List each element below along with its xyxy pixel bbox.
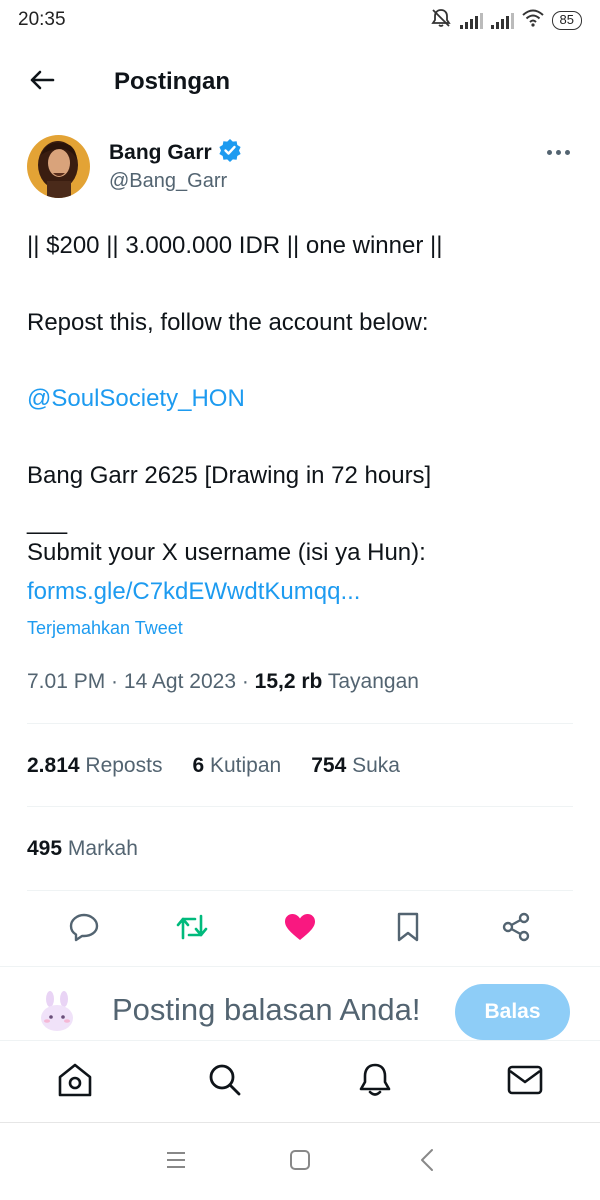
page-title: Postingan [114,68,231,95]
nav-notifications[interactable] [354,1061,396,1103]
status-icons: 85 [430,8,582,33]
likes-stat[interactable]: 754 Suka [311,754,400,778]
reply-icon [68,912,100,947]
tweet-text-line: Bang Garr 2625 [Drawing in 72 hours] [27,462,432,489]
bookmark-icon [395,912,421,947]
engagement-stats: 2.814 Reposts 6 Kutipan 754 Suka [27,754,400,778]
system-home-button[interactable] [285,1147,315,1177]
like-icon [284,913,316,946]
more-options-button[interactable] [542,140,574,164]
like-button[interactable] [280,909,320,949]
nav-search[interactable] [204,1061,246,1103]
repost-button[interactable] [172,909,212,949]
views-count: 15,2 rb [254,670,323,693]
tweet-text-line: Repost this, follow the account below: [27,309,429,336]
tweet-separator: ___ [27,508,68,535]
divider [0,966,600,967]
status-time: 20:35 [18,9,66,30]
tweet-text-line: || $200 || 3.000.000 IDR || one winner |… [27,232,443,259]
reposts-count: 2.814 [27,754,80,777]
action-bar [0,905,600,953]
mention-link[interactable]: @SoulSociety_HON [27,385,245,413]
bottom-nav [0,1040,600,1122]
quotes-label: Kutipan [209,754,282,777]
nav-home[interactable] [54,1061,96,1103]
home-square-icon [289,1149,311,1176]
repost-icon [175,913,209,946]
reply-submit-button[interactable]: Balas [455,984,570,1040]
back-arrow-icon [29,69,55,96]
more-dot [546,149,552,155]
bookmarks-label: Markah [67,837,138,860]
bookmark-button[interactable] [388,909,428,949]
likes-count: 754 [311,754,347,777]
user-avatar[interactable] [35,990,79,1034]
system-nav-bar [0,1122,600,1200]
share-button[interactable] [496,909,536,949]
top-bar: Postingan [0,56,600,106]
avatar[interactable] [27,135,90,198]
more-dot [555,149,561,155]
author-name[interactable]: Bang Garr [109,141,212,165]
share-icon [501,912,531,947]
form-link[interactable]: forms.gle/C7kdEWwdtKumqq... [27,578,360,606]
verified-badge-icon [218,138,242,167]
back-button[interactable] [24,64,60,100]
search-icon [208,1063,242,1102]
likes-label: Suka [352,754,400,777]
mute-icon [430,8,452,33]
home-icon [56,1062,94,1103]
wifi-icon [521,9,544,32]
translate-tweet-link[interactable]: Terjemahkan Tweet [27,618,183,639]
messages-icon [507,1065,543,1100]
divider [27,806,573,807]
signal-icon [490,12,514,29]
quotes-count: 6 [192,754,205,777]
signal-icon [459,12,483,29]
author-name-row[interactable]: Bang Garr [109,138,242,167]
tweet-date[interactable]: 14 Agt 2023 [124,670,236,693]
quotes-stat[interactable]: 6 Kutipan [192,754,281,778]
views-label: Tayangan [327,670,419,693]
bookmarks-stat[interactable]: 495 Markah [27,837,138,861]
reposts-stat[interactable]: 2.814 Reposts [27,754,162,778]
system-back-button[interactable] [412,1147,442,1177]
reposts-label: Reposts [85,754,163,777]
back-chevron-icon [419,1148,435,1177]
battery-icon: 85 [551,11,582,30]
nav-messages[interactable] [504,1061,546,1103]
menu-icon [165,1150,187,1175]
notifications-icon [358,1062,392,1103]
status-bar: 20:35 85 [0,0,600,42]
divider [27,890,573,891]
tweet-time[interactable]: 7.01 PM [27,670,105,693]
reply-button[interactable] [64,909,104,949]
recent-apps-button[interactable] [161,1147,191,1177]
reply-input[interactable]: Posting balasan Anda! [112,992,421,1028]
tweet-meta: 7.01 PM · 14 Agt 2023 · 15,2 rb Tayangan [27,670,419,693]
bookmarks-count: 495 [27,837,63,860]
more-dot [564,149,570,155]
author-handle[interactable]: @Bang_Garr [109,170,227,193]
divider [27,723,573,724]
tweet-text-line: Submit your X username (isi ya Hun): [27,539,426,566]
